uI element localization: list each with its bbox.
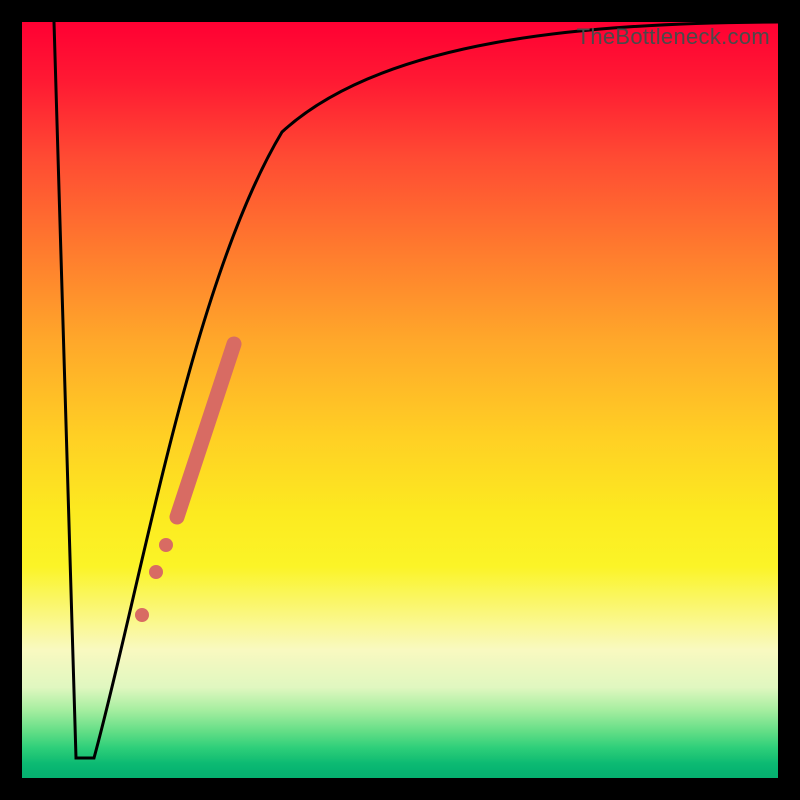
curve-svg [22,22,778,778]
chart-container: TheBottleneck.com [0,0,800,800]
highlight-dot-2 [149,565,163,579]
highlight-dot-3 [135,608,149,622]
bottleneck-curve [54,22,778,758]
plot-area [22,22,778,778]
highlight-segment [177,344,234,517]
highlight-dot-1 [159,538,173,552]
watermark-text: TheBottleneck.com [577,24,770,50]
